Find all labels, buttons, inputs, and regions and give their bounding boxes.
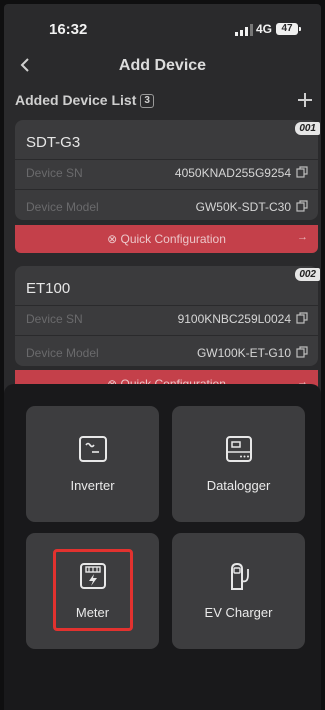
device-index-badge: 002 [295, 268, 320, 281]
device-name: ET100 [26, 280, 71, 297]
copy-icon[interactable] [296, 312, 308, 324]
datalogger-label: Datalogger [206, 478, 271, 493]
device-list-title: Added Device List [15, 92, 137, 108]
signal-icon [235, 24, 253, 36]
device-sn-label: Device SN [26, 166, 83, 180]
device-model-row: Device Model GW50K-SDT-C30 [15, 194, 318, 222]
copy-icon[interactable] [296, 166, 308, 178]
add-icon[interactable] [295, 90, 315, 110]
quick-configuration-button[interactable]: ⊗ Quick Configuration → [15, 225, 318, 253]
datalogger-option[interactable]: Datalogger [172, 406, 305, 522]
device-sn-label: Device SN [26, 312, 83, 326]
highlight-box [53, 549, 133, 631]
inverter-option[interactable]: Inverter [26, 406, 159, 522]
device-name: SDT-G3 [26, 134, 81, 151]
device-card[interactable]: 002 ET100 Device SN 9100KNBC259L0024 Dev… [15, 266, 320, 368]
copy-icon[interactable] [296, 200, 308, 212]
device-list-header: Added Device List 3 [15, 92, 154, 108]
datalogger-icon [225, 436, 252, 462]
ev-charger-icon [230, 562, 249, 590]
divider [15, 335, 318, 336]
device-type-sheet: Inverter Datalogger Meter EV Charger [4, 384, 321, 710]
device-model-row: Device Model GW100K-ET-G10 [15, 340, 318, 368]
device-model-label: Device Model [26, 346, 99, 360]
divider [15, 189, 318, 190]
status-time: 16:32 [49, 21, 88, 38]
ev-charger-option[interactable]: EV Charger [172, 533, 305, 649]
copy-icon[interactable] [296, 346, 308, 358]
status-bar: 16:32 4G 47 [4, 4, 321, 44]
device-model-label: Device Model [26, 200, 99, 214]
device-index-badge: 001 [295, 122, 320, 135]
network-type: 4G [256, 22, 273, 36]
device-model-value: GW100K-ET-G10 [196, 346, 291, 360]
device-sn-value: 9100KNBC259L0024 [177, 312, 291, 326]
page-title: Add Device [118, 57, 207, 74]
device-sn-row: Device SN 4050KNAD255G9254 [15, 160, 318, 188]
quick-configuration-label: Quick Configuration [120, 232, 226, 246]
settings-icon: ⊗ [107, 232, 118, 246]
device-model-value: GW50K-SDT-C30 [195, 200, 291, 214]
device-sn-value: 4050KNAD255G9254 [174, 166, 291, 180]
inverter-label: Inverter [70, 478, 115, 493]
device-count-badge: 3 [140, 94, 154, 108]
arrow-right-icon: → [297, 231, 308, 243]
inverter-icon [78, 436, 107, 462]
nav-bar: Add Device [4, 52, 321, 80]
device-card[interactable]: 001 SDT-G3 Device SN 4050KNAD255G9254 De… [15, 120, 320, 222]
ev-charger-label: EV Charger [204, 605, 273, 620]
device-sn-row: Device SN 9100KNBC259L0024 [15, 306, 318, 334]
battery-icon: 47 [276, 23, 301, 35]
